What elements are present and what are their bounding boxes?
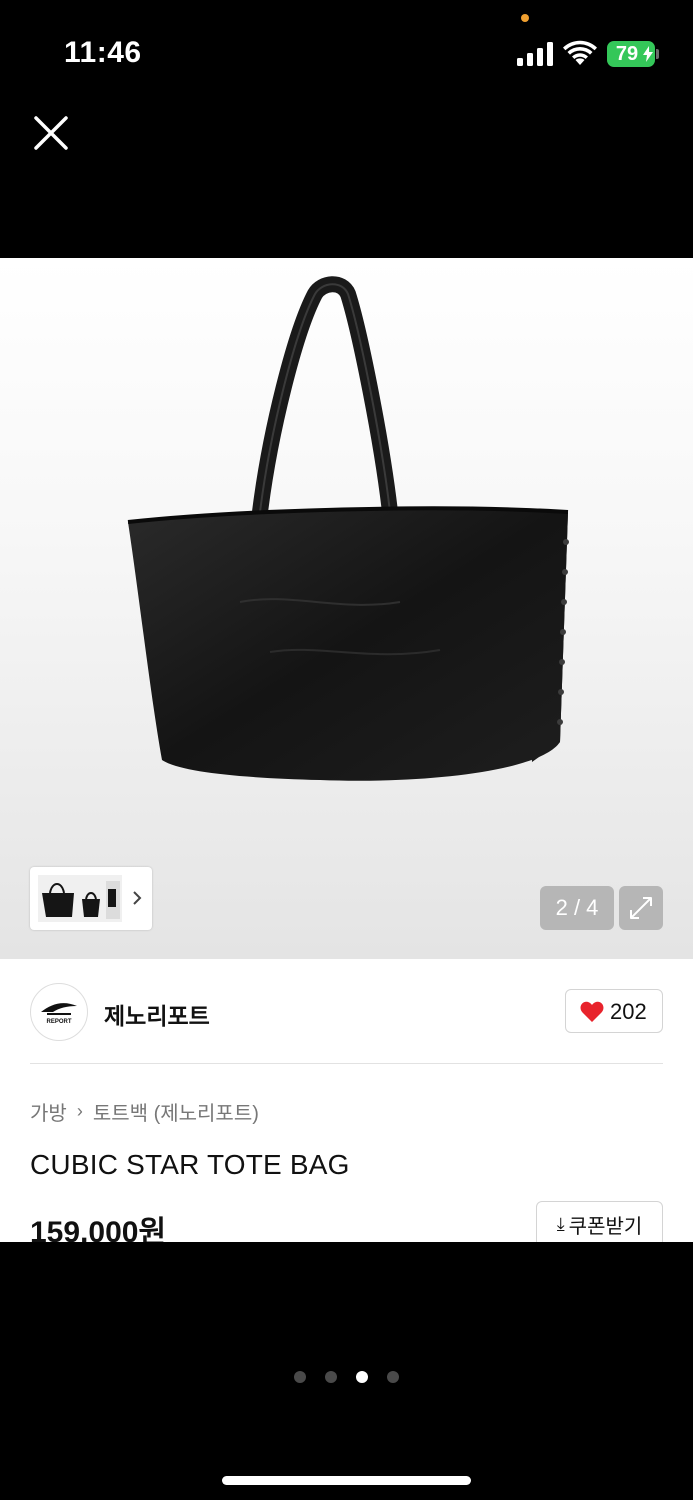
chevron-right-icon: ›: [76, 1101, 83, 1121]
heart-icon: [580, 1001, 604, 1022]
chevron-right-icon: [133, 891, 142, 905]
breadcrumb-subcategory[interactable]: 토트백 (제노리포트): [93, 1097, 259, 1126]
expand-icon: [630, 897, 652, 919]
page-indicator: [294, 1371, 400, 1383]
brand-logo-text: REPORT: [46, 1019, 71, 1025]
product-image-tote-bag: [127, 276, 569, 781]
brand-logo-mark: REPORT: [41, 1003, 77, 1025]
coupon-download-button[interactable]: ⤓ 쿠폰받기: [536, 1201, 663, 1242]
thumbnail-images: [38, 875, 122, 922]
coupon-label: 쿠폰받기: [568, 1215, 643, 1238]
product-image-gallery[interactable]: 2 / 4: [0, 258, 693, 959]
cellular-signal-icon: [517, 42, 553, 66]
battery-cap: [656, 49, 659, 59]
wifi-icon: [563, 40, 597, 65]
brand-name[interactable]: 제노리포트: [104, 997, 210, 1031]
page-dot-3[interactable]: [356, 1371, 368, 1383]
product-price: 159,000원: [30, 1216, 167, 1242]
thumbnail-strip[interactable]: [30, 867, 152, 930]
page-dot-4[interactable]: [387, 1371, 399, 1383]
divider: [30, 1063, 663, 1064]
like-button[interactable]: 202: [565, 989, 663, 1033]
breadcrumb-category[interactable]: 가방: [30, 1097, 67, 1126]
page-dot-1[interactable]: [294, 1371, 306, 1383]
page-dot-2[interactable]: [325, 1371, 337, 1383]
privacy-indicator-dot: [521, 14, 529, 22]
home-indicator[interactable]: [222, 1476, 471, 1485]
status-bar: 11:46 79: [0, 0, 693, 100]
bolt-icon: [643, 46, 653, 62]
breadcrumb: 가방 › 토트백 (제노리포트): [30, 1097, 259, 1126]
battery-level: 79: [615, 43, 639, 65]
status-time: 11:46: [64, 36, 142, 69]
expand-button[interactable]: [619, 886, 663, 930]
brand-logo[interactable]: REPORT: [30, 983, 88, 1041]
product-title: CUBIC STAR TOTE BAG: [30, 1149, 350, 1180]
close-icon[interactable]: [30, 112, 72, 154]
battery-charging-icon: 79: [607, 41, 655, 67]
product-info-section: REPORT 제노리포트 202 가방 › 토트백 (제노리포트) CUBIC …: [0, 959, 693, 1242]
like-count: 202: [610, 999, 647, 1024]
download-icon: ⤓: [556, 1213, 565, 1234]
image-counter: 2 / 4: [540, 886, 614, 930]
